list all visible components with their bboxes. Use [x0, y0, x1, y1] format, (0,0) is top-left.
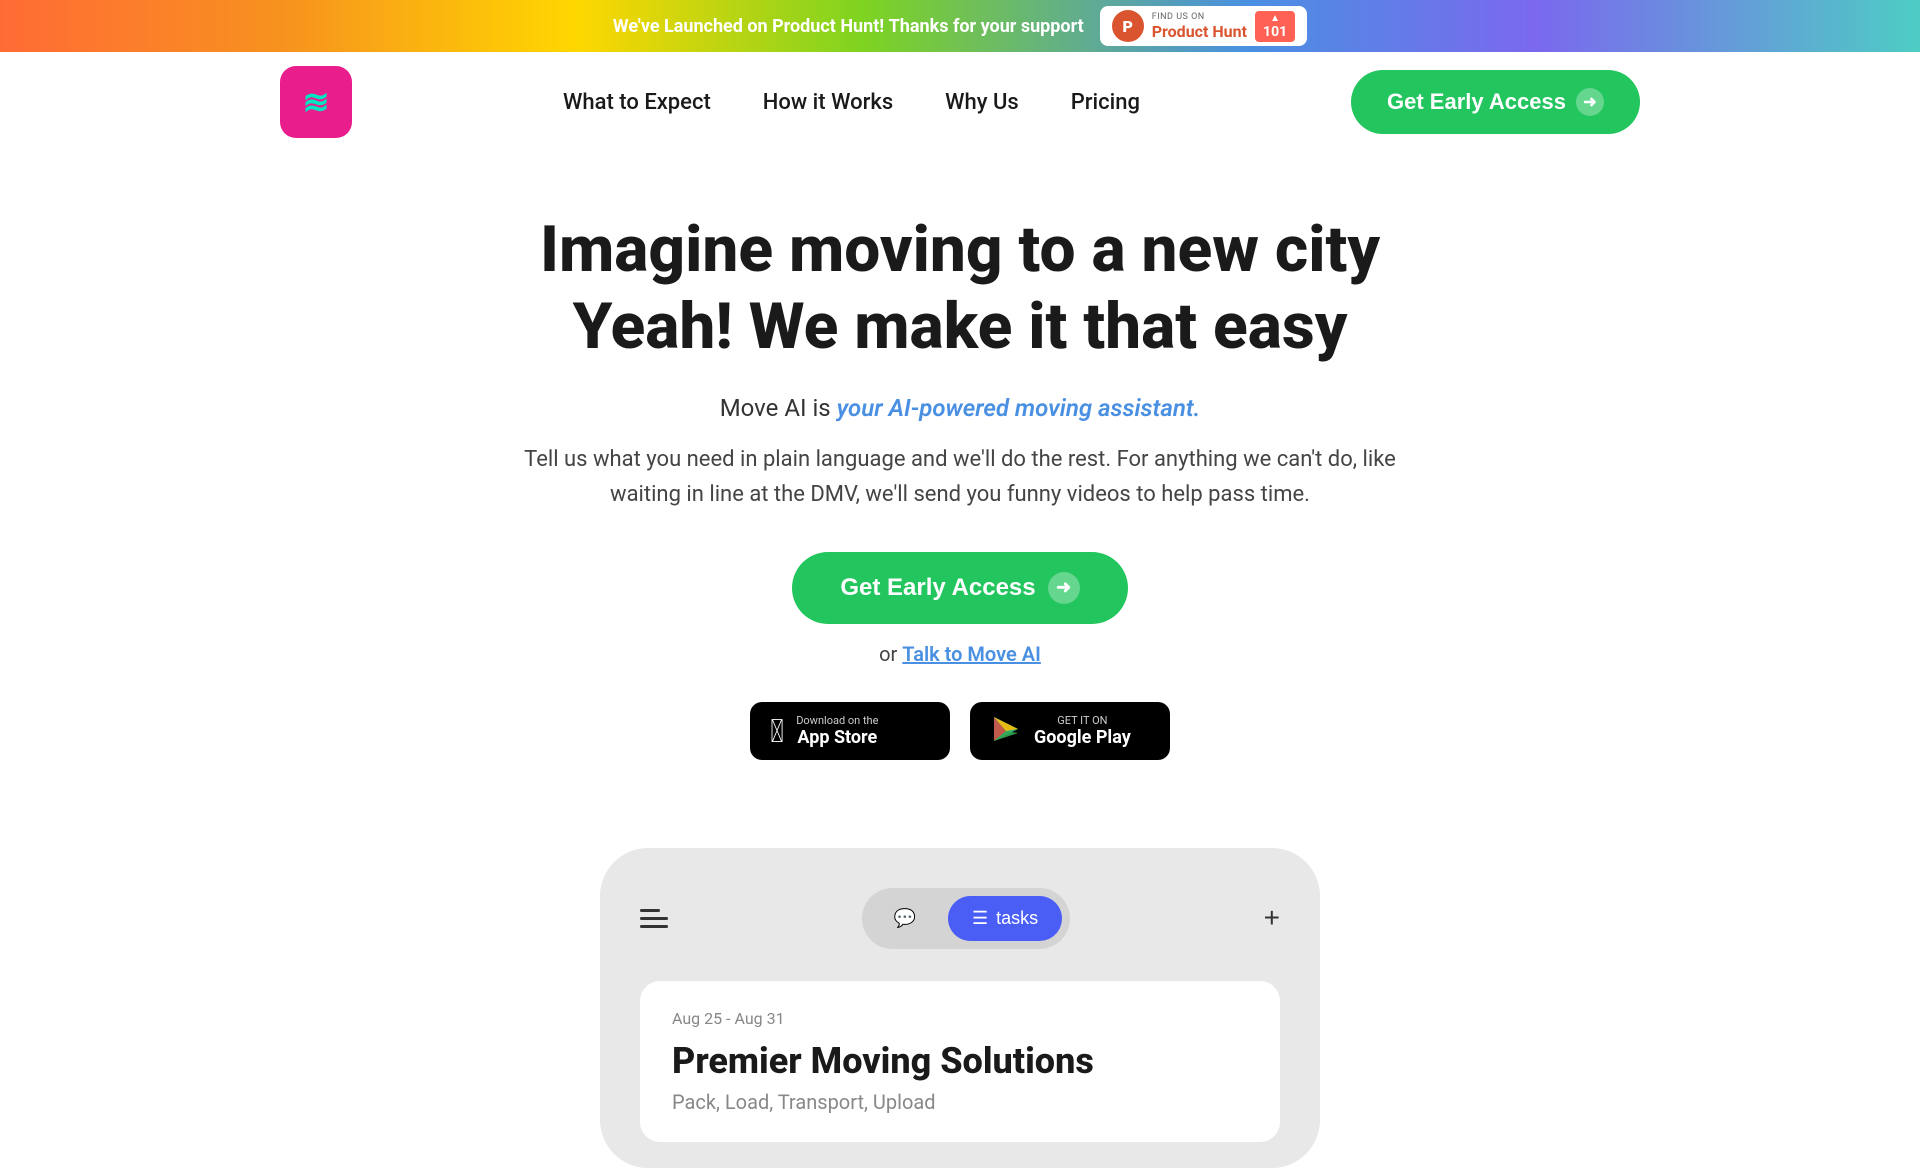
- nav-get-early-access-button[interactable]: Get Early Access ➜: [1351, 70, 1640, 134]
- add-button[interactable]: +: [1264, 902, 1280, 934]
- hero-cta-arrow-icon: ➜: [1048, 572, 1080, 604]
- hero-get-early-access-button[interactable]: Get Early Access ➜: [792, 552, 1127, 624]
- apple-icon: : [770, 712, 784, 750]
- phone-mockup: 💬 ☰ tasks + Aug 25 - Aug 31 Premier Movi…: [600, 848, 1320, 1168]
- banner-text: We've Launched on Product Hunt! Thanks f…: [613, 16, 1084, 37]
- logo-icon: ≋: [303, 83, 330, 121]
- phone-mockup-container: 💬 ☰ tasks + Aug 25 - Aug 31 Premier Movi…: [0, 848, 1920, 1168]
- nav-links: What to Expect How it Works Why Us Prici…: [563, 90, 1140, 115]
- card-subtitle: Pack, Load, Transport, Upload: [672, 1090, 1248, 1114]
- chat-icon: 💬: [894, 908, 916, 929]
- nav-cta-arrow-icon: ➜: [1576, 88, 1604, 116]
- hero-title: Imagine moving to a new city Yeah! We ma…: [280, 212, 1640, 366]
- talk-to-move-ai-link[interactable]: Talk to Move AI: [902, 642, 1041, 666]
- nav-what-to-expect[interactable]: What to Expect: [563, 90, 711, 115]
- hero-section: Imagine moving to a new city Yeah! We ma…: [0, 152, 1920, 848]
- card-title: Premier Moving Solutions: [672, 1040, 1248, 1082]
- nav-pricing[interactable]: Pricing: [1071, 90, 1140, 115]
- google-play-icon: [990, 715, 1022, 747]
- product-hunt-count: ▲ 101: [1255, 11, 1295, 42]
- card-date: Aug 25 - Aug 31: [672, 1009, 1248, 1028]
- app-store-button[interactable]:  Download on the App Store: [750, 702, 950, 760]
- hero-description: Tell us what you need in plain language …: [510, 442, 1410, 512]
- tab-group: 💬 ☰ tasks: [862, 888, 1071, 949]
- google-play-button[interactable]: GET IT ON Google Play: [970, 702, 1170, 760]
- logo[interactable]: ≋: [280, 66, 352, 138]
- nav-how-it-works[interactable]: How it Works: [763, 90, 893, 115]
- store-buttons:  Download on the App Store: [280, 702, 1640, 760]
- hero-talk-link-container: or Talk to Move AI: [879, 642, 1041, 666]
- navbar: ≋ What to Expect How it Works Why Us Pri…: [0, 52, 1920, 152]
- hero-subtitle: Move AI is your AI-powered moving assist…: [280, 394, 1640, 422]
- tasks-icon: ☰: [972, 908, 988, 929]
- product-hunt-logo: P: [1112, 10, 1144, 42]
- chat-tab-button[interactable]: 💬: [870, 896, 940, 941]
- tasks-tab-button[interactable]: ☰ tasks: [948, 896, 1062, 941]
- phone-toolbar: 💬 ☰ tasks +: [640, 888, 1280, 949]
- product-hunt-badge[interactable]: P FIND US ON Product Hunt ▲ 101: [1100, 6, 1307, 46]
- nav-why-us[interactable]: Why Us: [945, 90, 1019, 115]
- moving-card: Aug 25 - Aug 31 Premier Moving Solutions…: [640, 981, 1280, 1142]
- hamburger-menu-icon[interactable]: [640, 909, 668, 928]
- top-banner: We've Launched on Product Hunt! Thanks f…: [0, 0, 1920, 52]
- product-hunt-text: FIND US ON Product Hunt: [1152, 12, 1247, 41]
